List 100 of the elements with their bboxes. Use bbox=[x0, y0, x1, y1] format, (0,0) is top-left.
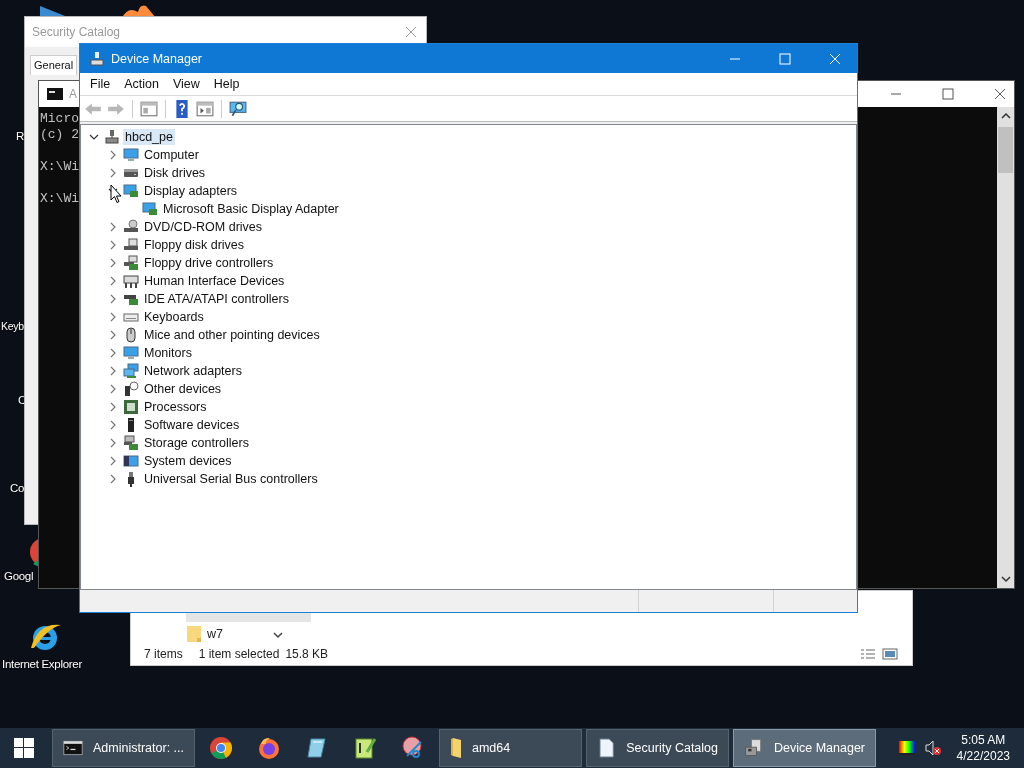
tree-item[interactable]: Microsoft Basic Display Adapter bbox=[161, 201, 341, 217]
tab[interactable]: General bbox=[30, 55, 78, 75]
status-text: 1 item selected bbox=[198, 647, 280, 661]
console-line: X:\Wi bbox=[40, 159, 79, 175]
expand-chevron-icon[interactable] bbox=[108, 330, 118, 340]
expand-chevron-icon[interactable] bbox=[108, 222, 118, 232]
expand-chevron-icon[interactable] bbox=[108, 438, 118, 448]
expand-chevron-icon[interactable] bbox=[108, 402, 118, 412]
expand-chevron-icon[interactable] bbox=[108, 384, 118, 394]
tree-item[interactable]: Software devices bbox=[142, 417, 242, 433]
expand-chevron-icon[interactable] bbox=[108, 420, 118, 430]
expand-chevron-icon[interactable] bbox=[108, 150, 118, 160]
expand-chevron-icon[interactable] bbox=[108, 258, 118, 268]
tree-item[interactable]: System devices bbox=[142, 453, 234, 469]
tree-item[interactable]: Storage controllers bbox=[142, 435, 251, 451]
tree-item[interactable]: Processors bbox=[142, 399, 209, 415]
tree-item[interactable]: IDE ATA/ATAPI controllers bbox=[142, 291, 291, 307]
desktop-icon-label[interactable]: Internet Explorer bbox=[2, 658, 82, 670]
expand-chevron-icon[interactable] bbox=[108, 456, 118, 466]
tree-item[interactable]: Disk drives bbox=[142, 165, 208, 181]
display-card-icon bbox=[123, 183, 139, 199]
monitor-icon bbox=[123, 345, 139, 361]
tree-item[interactable]: Mice and other pointing devices bbox=[142, 327, 322, 343]
scroll-down-icon[interactable] bbox=[1000, 574, 1011, 584]
clock-time[interactable]: 5:05 AM bbox=[961, 732, 1006, 748]
console-line: (c) 2 bbox=[40, 127, 79, 143]
desktop-icon-label[interactable]: Googl bbox=[4, 570, 34, 582]
window-title: A bbox=[69, 87, 77, 101]
menu-item[interactable]: View bbox=[172, 77, 200, 91]
menu-item[interactable]: File bbox=[90, 77, 111, 91]
expand-chevron-icon[interactable] bbox=[108, 240, 118, 250]
tree-item[interactable]: Keyboards bbox=[142, 309, 206, 325]
tree-item[interactable]: Computer bbox=[142, 147, 201, 163]
network-icon bbox=[123, 363, 139, 379]
system-icon bbox=[123, 453, 139, 469]
tree-item[interactable]: Display adapters bbox=[142, 183, 240, 199]
browser-icon bbox=[209, 736, 233, 760]
expand-chevron-icon[interactable] bbox=[108, 348, 118, 358]
pane-icon[interactable] bbox=[196, 99, 214, 118]
expand-chevron-icon[interactable] bbox=[108, 276, 118, 286]
console-icon bbox=[47, 88, 63, 100]
folder-icon bbox=[187, 626, 201, 642]
expand-chevron-icon[interactable] bbox=[108, 168, 118, 178]
scrollbar[interactable] bbox=[997, 107, 1014, 588]
controller-card-icon bbox=[123, 255, 139, 271]
expand-chevron-icon[interactable] bbox=[108, 294, 118, 304]
desktop-icon-label[interactable]: R bbox=[16, 130, 24, 142]
notepad-icon bbox=[305, 736, 329, 760]
tree-item[interactable]: Network adapters bbox=[142, 363, 244, 379]
file-row[interactable]: w7 bbox=[187, 626, 223, 642]
collapse-chevron-icon[interactable] bbox=[89, 132, 99, 142]
pane-icon[interactable] bbox=[140, 99, 158, 118]
window-title: Device Manager bbox=[111, 51, 202, 66]
clock-date[interactable]: 4/22/2023 bbox=[956, 748, 1010, 764]
console-line: Micro bbox=[40, 111, 79, 127]
desktop-icon-label[interactable]: Co bbox=[10, 482, 25, 494]
tree-item[interactable]: Universal Serial Bus controllers bbox=[142, 471, 320, 487]
fox-browser-icon bbox=[257, 736, 281, 760]
floppy-drive-icon bbox=[123, 237, 139, 253]
menu-item[interactable]: Action bbox=[124, 77, 159, 91]
expand-chevron-icon[interactable] bbox=[108, 366, 118, 376]
desktop-icon-label[interactable]: Keyb bbox=[1, 320, 24, 332]
expand-chevron-icon[interactable] bbox=[108, 474, 118, 484]
scissors-icon bbox=[401, 736, 425, 760]
tree-item[interactable]: Human Interface Devices bbox=[142, 273, 287, 289]
expand-chevron-icon[interactable] bbox=[108, 312, 118, 322]
scroll-thumb[interactable] bbox=[998, 127, 1013, 173]
scroll-up-icon[interactable] bbox=[1000, 111, 1011, 121]
tree-item[interactable]: hbcd_pe bbox=[123, 129, 175, 145]
input-device-icon bbox=[123, 273, 139, 289]
network-computer-icon bbox=[89, 50, 105, 67]
document-icon bbox=[597, 736, 617, 760]
taskbar-button[interactable]: Security Catalog bbox=[586, 729, 729, 767]
folder-icon bbox=[450, 737, 462, 759]
status-text: 15.8 KB bbox=[285, 647, 329, 661]
chip-icon bbox=[123, 399, 139, 415]
thumbnail-view-icon[interactable] bbox=[882, 648, 898, 660]
display-card-icon bbox=[142, 201, 158, 217]
tree-item[interactable]: Floppy drive controllers bbox=[142, 255, 276, 271]
monitor-search-icon[interactable] bbox=[229, 99, 247, 118]
maximize-icon[interactable] bbox=[942, 88, 954, 100]
taskbar-button[interactable]: Administrator: ... bbox=[52, 729, 195, 767]
window-title: Security Catalog bbox=[32, 25, 122, 39]
color-display-icon[interactable] bbox=[898, 741, 915, 755]
speaker-muted-icon[interactable] bbox=[924, 740, 941, 756]
help-icon[interactable] bbox=[173, 99, 191, 118]
windows-logo-icon[interactable] bbox=[14, 738, 34, 758]
tree-item[interactable]: Other devices bbox=[142, 381, 224, 397]
taskbar-button[interactable]: amd64 bbox=[439, 729, 582, 767]
menu-item[interactable]: Help bbox=[213, 77, 240, 91]
disc-drive-icon bbox=[123, 219, 139, 235]
console-line: X:\Wi bbox=[40, 191, 79, 207]
taskbar-button[interactable]: Device Manager bbox=[733, 729, 876, 767]
tree-item[interactable]: Monitors bbox=[142, 345, 194, 361]
status-text: 7 items bbox=[144, 647, 183, 661]
network-computer-icon bbox=[104, 129, 120, 145]
close-icon[interactable] bbox=[994, 88, 1006, 100]
tree-item[interactable]: DVD/CD-ROM drives bbox=[142, 219, 265, 235]
tree-item[interactable]: Floppy disk drives bbox=[142, 237, 247, 253]
dropdown-chevron-icon[interactable] bbox=[273, 630, 283, 640]
